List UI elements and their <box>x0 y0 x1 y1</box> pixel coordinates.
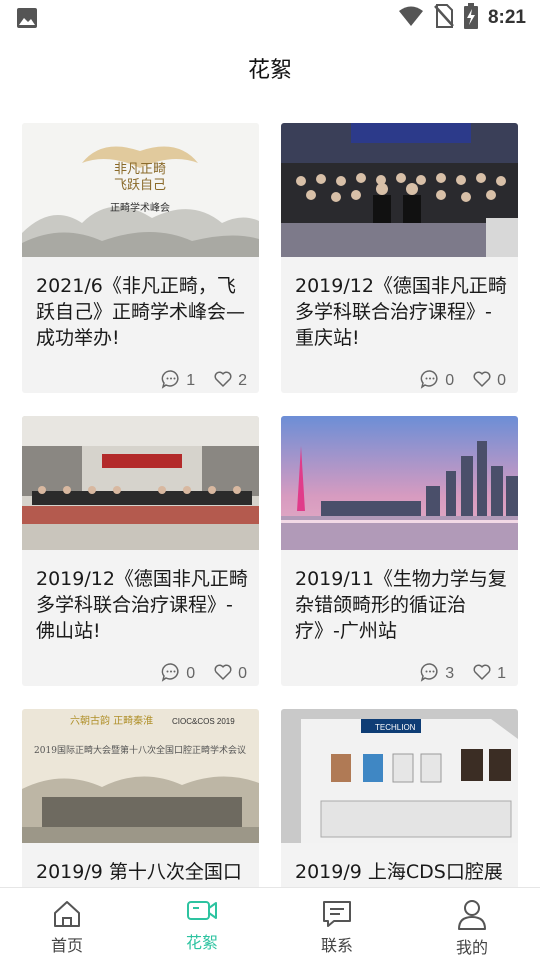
comment-count: 0 <box>445 372 455 389</box>
card-image-text: 2019国际正畸大会暨第十八次全国口腔正畸学术会议 <box>34 744 246 756</box>
gallery-card[interactable]: 2019/12《德国非凡正畸多学科联合治疗课程》-佛山站! 0 0 <box>22 416 259 686</box>
heart-icon <box>472 369 492 393</box>
card-image-text: TECHLION <box>375 723 416 732</box>
card-stats: 1 2 <box>143 369 247 393</box>
like-count: 0 <box>238 665 247 682</box>
heart-icon <box>213 662 233 686</box>
nav-item-me[interactable]: 我的 <box>422 888 522 960</box>
card-image-text: 非凡正畸 <box>114 162 166 177</box>
gallery-card[interactable]: 2019/11《生物力学与复杂错颌畸形的循证治疗》-广州站 3 1 <box>281 416 518 686</box>
comment-count: 1 <box>186 372 196 389</box>
comment-stat[interactable]: 1 <box>161 369 195 393</box>
like-stat[interactable]: 2 <box>213 369 247 393</box>
home-icon <box>51 898 83 930</box>
like-stat[interactable]: 0 <box>213 662 247 686</box>
card-title: 2021/6《非凡正畸，飞跃自己》正畸学术峰会—成功举办! <box>36 275 246 349</box>
card-image-text: 飞跃自己 <box>114 178 166 193</box>
like-stat[interactable]: 0 <box>472 369 506 393</box>
card-title: 2019/12《德国非凡正畸多学科联合治疗课程》-重庆站! <box>295 275 507 349</box>
card-title: 2019/9 第十八次全国口腔正畸学术会议 <box>36 861 242 883</box>
card-title: 2019/12《德国非凡正畸多学科联合治疗课程》-佛山站! <box>36 568 248 642</box>
gallery-card[interactable]: 2019/12《德国非凡正畸多学科联合治疗课程》-重庆站! 0 0 <box>281 123 518 393</box>
card-stats: 0 0 <box>143 662 247 686</box>
nav-label: 我的 <box>455 938 488 957</box>
card-thumbnail: 非凡正畸 飞跃自己 正畸学术峰会 <box>22 123 259 257</box>
nav-label: 联系 <box>320 936 353 955</box>
bottom-nav: 首页 花絮 联系 我的 <box>0 887 540 960</box>
gallery-grid: 非凡正畸 飞跃自己 正畸学术峰会 2021/6《非凡正畸，飞跃自己》正畸学术峰会… <box>0 0 540 887</box>
gallery-card[interactable]: 六朝古韵 正畸秦淮 CIOC&COS 2019 2019国际正畸大会暨第十八次全… <box>22 709 259 887</box>
like-count: 1 <box>497 665 506 682</box>
video-camera-icon <box>186 894 218 926</box>
comment-count: 3 <box>445 665 455 682</box>
like-count: 2 <box>238 372 247 389</box>
nav-label: 花絮 <box>185 933 218 952</box>
message-icon <box>321 898 353 930</box>
comment-icon <box>161 369 181 393</box>
comment-stat[interactable]: 3 <box>420 662 454 686</box>
like-stat[interactable]: 1 <box>472 662 506 686</box>
card-title: 2019/11《生物力学与复杂错颌畸形的循证治疗》-广州站 <box>295 568 507 642</box>
card-thumbnail: 六朝古韵 正畸秦淮 CIOC&COS 2019 2019国际正畸大会暨第十八次全… <box>22 709 259 843</box>
card-image-text: CIOC&COS 2019 <box>172 717 235 726</box>
gallery-card[interactable]: TECHLION 2019/9 上海CDS口腔展 <box>281 709 518 887</box>
comment-icon <box>420 662 440 686</box>
comment-icon <box>161 662 181 686</box>
person-icon <box>456 898 488 930</box>
card-stats: 0 0 <box>402 369 506 393</box>
like-count: 0 <box>497 372 506 389</box>
nav-item-contact[interactable]: 联系 <box>287 888 387 960</box>
card-thumbnail <box>281 416 518 550</box>
gallery-card[interactable]: 非凡正畸 飞跃自己 正畸学术峰会 2021/6《非凡正畸，飞跃自己》正畸学术峰会… <box>22 123 259 393</box>
heart-icon <box>213 369 233 393</box>
comment-icon <box>420 369 440 393</box>
card-thumbnail <box>22 416 259 550</box>
comment-stat[interactable]: 0 <box>420 369 454 393</box>
card-image-text: 六朝古韵 正畸秦淮 <box>70 714 153 727</box>
nav-item-home[interactable]: 首页 <box>17 888 117 960</box>
comment-count: 0 <box>186 665 196 682</box>
card-stats: 3 1 <box>402 662 506 686</box>
card-image-text: 正畸学术峰会 <box>110 201 170 214</box>
card-thumbnail <box>281 123 518 257</box>
comment-stat[interactable]: 0 <box>161 662 195 686</box>
card-title: 2019/9 上海CDS口腔展 <box>295 861 503 883</box>
heart-icon <box>472 662 492 686</box>
nav-label: 首页 <box>50 936 83 955</box>
nav-item-highlights[interactable]: 花絮 <box>152 888 252 960</box>
card-thumbnail: TECHLION <box>281 709 518 843</box>
